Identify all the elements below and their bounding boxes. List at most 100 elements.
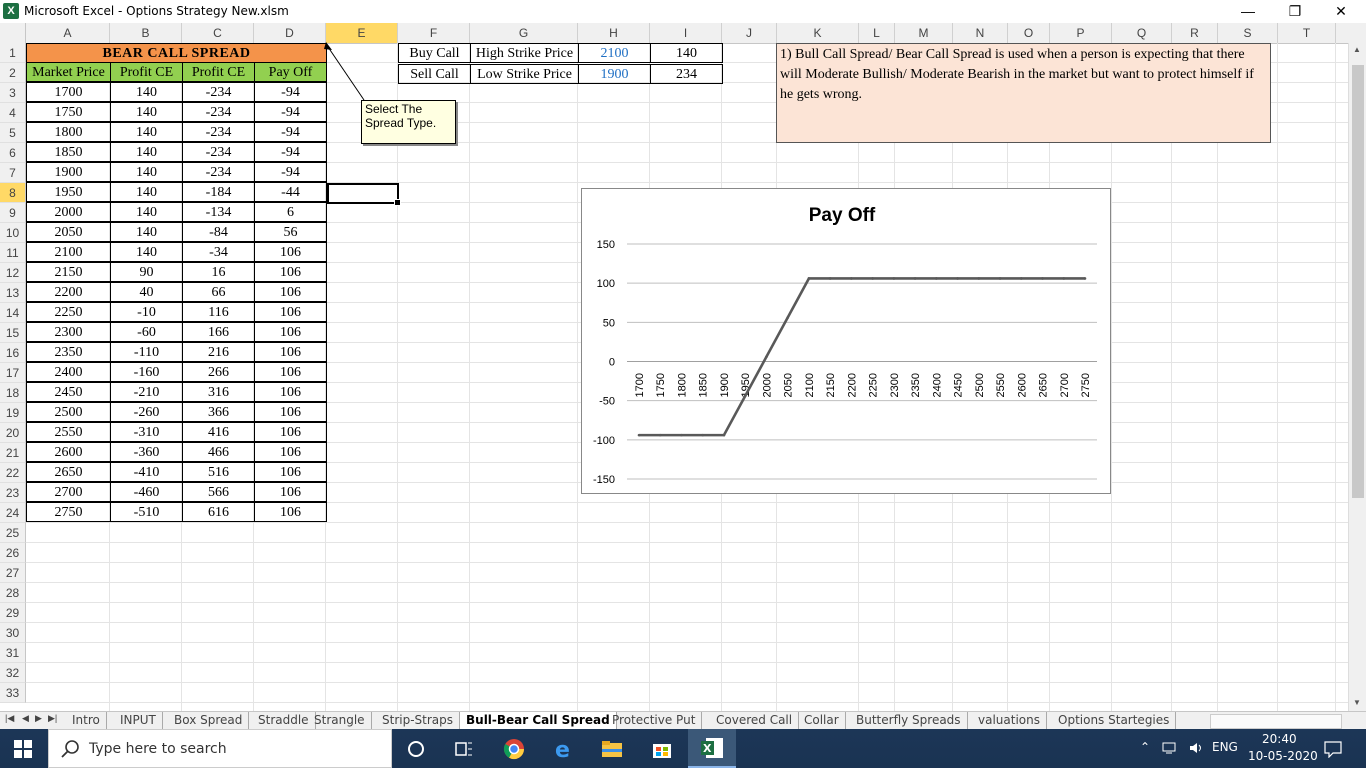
row-header-20[interactable]: 20	[0, 423, 26, 443]
payoff-chart[interactable]: Pay Off 150 100 50 0 -50 -100 -150 1700 1750 1800 1…	[581, 188, 1111, 494]
close-button[interactable]: ✕	[1318, 0, 1364, 23]
table-data-cell[interactable]: 2050	[26, 222, 111, 242]
table-data-cell[interactable]: 2150	[26, 262, 111, 282]
table-data-cell[interactable]: 2750	[26, 502, 111, 522]
table-data-cell[interactable]: 2550	[26, 422, 111, 442]
table-data-cell[interactable]: 516	[182, 462, 255, 482]
table-data-cell[interactable]: 416	[182, 422, 255, 442]
column-header-G[interactable]: G	[470, 23, 578, 43]
volume-icon[interactable]	[1188, 741, 1204, 755]
table-data-cell[interactable]: 106	[254, 342, 327, 362]
table-data-cell[interactable]: 1750	[26, 102, 111, 122]
first-sheet-icon[interactable]: |◀	[5, 713, 14, 724]
strike-table-cell[interactable]: 2100	[578, 43, 651, 63]
table-data-cell[interactable]: 266	[182, 362, 255, 382]
table-data-cell[interactable]: 616	[182, 502, 255, 522]
table-data-cell[interactable]: -84	[182, 222, 255, 242]
column-header-I[interactable]: I	[650, 23, 722, 43]
strike-table-cell[interactable]: Low Strike Price	[470, 64, 579, 84]
table-data-cell[interactable]: 2500	[26, 402, 111, 422]
table-data-cell[interactable]: 2450	[26, 382, 111, 402]
table-data-cell[interactable]: 106	[254, 502, 327, 522]
row-header-2[interactable]: 2	[0, 63, 26, 83]
select-all-corner[interactable]	[0, 23, 26, 43]
payoff-series-line[interactable]	[639, 277, 1085, 437]
vertical-scrollbar[interactable]: ▲ ▼	[1348, 43, 1366, 711]
chrome-icon[interactable]	[502, 737, 526, 761]
row-header-5[interactable]: 5	[0, 123, 26, 143]
table-data-cell[interactable]: 106	[254, 302, 327, 322]
table-data-cell[interactable]: 316	[182, 382, 255, 402]
table-data-cell[interactable]: -184	[182, 182, 255, 202]
row-header-30[interactable]: 30	[0, 623, 26, 643]
row-header-23[interactable]: 23	[0, 483, 26, 503]
row-header-25[interactable]: 25	[0, 523, 26, 543]
table-data-cell[interactable]: 140	[110, 82, 183, 102]
windows-start-icon[interactable]	[14, 740, 32, 758]
last-sheet-icon[interactable]: ▶|	[48, 713, 57, 724]
table-data-cell[interactable]: -234	[182, 142, 255, 162]
column-header-S[interactable]: S	[1218, 23, 1278, 43]
row-header-19[interactable]: 19	[0, 403, 26, 423]
table-data-cell[interactable]: -94	[254, 82, 327, 102]
table-data-cell[interactable]: -34	[182, 242, 255, 262]
table-data-cell[interactable]: 2600	[26, 442, 111, 462]
table-data-cell[interactable]: -260	[110, 402, 183, 422]
sheet-tab[interactable]: Intro	[66, 712, 107, 729]
table-data-cell[interactable]: -310	[110, 422, 183, 442]
task-view-icon[interactable]	[452, 737, 476, 761]
row-header-26[interactable]: 26	[0, 543, 26, 563]
row-header-27[interactable]: 27	[0, 563, 26, 583]
table-data-cell[interactable]: 466	[182, 442, 255, 462]
table-header-cell[interactable]: Market Price	[26, 62, 111, 82]
file-explorer-icon[interactable]	[600, 737, 624, 761]
column-header-T[interactable]: T	[1278, 23, 1336, 43]
row-header-13[interactable]: 13	[0, 283, 26, 303]
table-data-cell[interactable]: 116	[182, 302, 255, 322]
row-header-11[interactable]: 11	[0, 243, 26, 263]
table-data-cell[interactable]: -44	[254, 182, 327, 202]
row-header-12[interactable]: 12	[0, 263, 26, 283]
column-header-N[interactable]: N	[953, 23, 1008, 43]
sheet-tab[interactable]: Straddle	[252, 712, 316, 729]
table-data-cell[interactable]: 106	[254, 422, 327, 442]
row-header-7[interactable]: 7	[0, 163, 26, 183]
scroll-up-icon[interactable]: ▲	[1353, 45, 1361, 54]
table-data-cell[interactable]: -160	[110, 362, 183, 382]
table-data-cell[interactable]: 106	[254, 402, 327, 422]
edge-icon[interactable]: e	[552, 737, 576, 761]
table-data-cell[interactable]: 2300	[26, 322, 111, 342]
column-header-Q[interactable]: Q	[1112, 23, 1172, 43]
column-header-R[interactable]: R	[1172, 23, 1218, 43]
row-header-10[interactable]: 10	[0, 223, 26, 243]
table-data-cell[interactable]: 2400	[26, 362, 111, 382]
taskbar-search-box[interactable]: Type here to search	[48, 729, 392, 768]
restore-button[interactable]: ❐	[1272, 0, 1318, 23]
table-data-cell[interactable]: 140	[110, 142, 183, 162]
clock-time[interactable]: 20:40	[1262, 732, 1297, 746]
next-sheet-icon[interactable]: ▶	[35, 713, 42, 724]
table-data-cell[interactable]: 566	[182, 482, 255, 502]
table-data-cell[interactable]: 166	[182, 322, 255, 342]
table-data-cell[interactable]: 1950	[26, 182, 111, 202]
column-header-D[interactable]: D	[254, 23, 326, 43]
row-header-15[interactable]: 15	[0, 323, 26, 343]
table-data-cell[interactable]: 2350	[26, 342, 111, 362]
table-data-cell[interactable]: -410	[110, 462, 183, 482]
table-data-cell[interactable]: -234	[182, 162, 255, 182]
table-header-cell[interactable]: Pay Off	[254, 62, 327, 82]
row-header-3[interactable]: 3	[0, 83, 26, 103]
sheet-tab[interactable]: INPUT	[114, 712, 163, 729]
table-data-cell[interactable]: 1700	[26, 82, 111, 102]
table-data-cell[interactable]: 2250	[26, 302, 111, 322]
row-header-31[interactable]: 31	[0, 643, 26, 663]
row-header-4[interactable]: 4	[0, 103, 26, 123]
table-data-cell[interactable]: 106	[254, 262, 327, 282]
sheet-tab[interactable]: Strip-Straps	[376, 712, 461, 729]
table-data-cell[interactable]: 216	[182, 342, 255, 362]
row-header-6[interactable]: 6	[0, 143, 26, 163]
strike-table-cell[interactable]: Buy Call	[398, 43, 471, 63]
tray-chevron-icon[interactable]: ⌃	[1140, 740, 1150, 754]
sheet-tab[interactable]: Strangle	[308, 712, 372, 729]
table-data-cell[interactable]: 40	[110, 282, 183, 302]
